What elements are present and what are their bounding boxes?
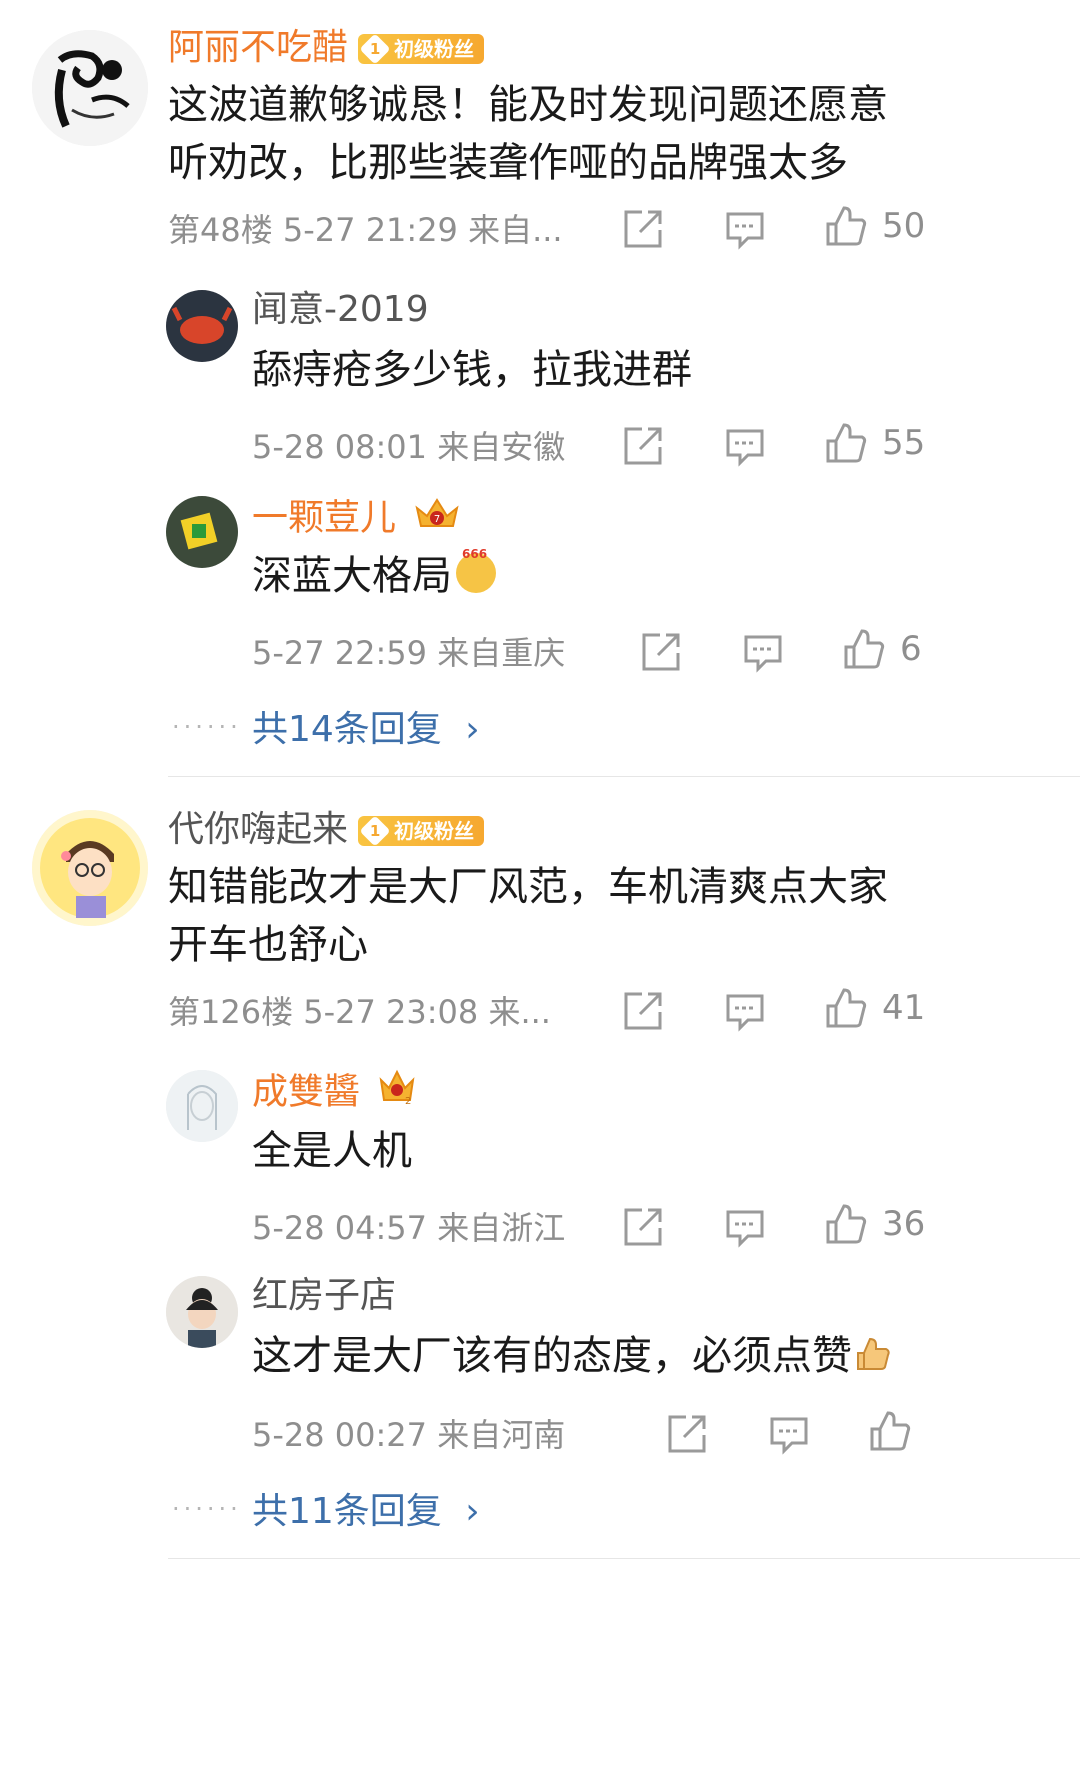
reply-meta: 5-28 08:01 来自安徽 bbox=[252, 428, 566, 466]
comment-icon[interactable] bbox=[742, 631, 784, 677]
like-button[interactable]: 50 bbox=[824, 204, 925, 248]
comment-text-line: 这波道歉够诚恳！能及时发现问题还愿意 bbox=[168, 82, 888, 128]
girl-avatar-icon bbox=[166, 1276, 238, 1348]
avatar[interactable] bbox=[32, 810, 148, 926]
username-text[interactable]: 阿丽不吃醋 bbox=[168, 27, 348, 68]
view-more-label[interactable]: 共14条回复 bbox=[252, 709, 442, 750]
comment-icon[interactable] bbox=[724, 208, 766, 254]
thumbs-up-icon bbox=[844, 629, 885, 669]
comment-icon[interactable] bbox=[768, 1413, 810, 1459]
comment-text-line: 开车也舒心 bbox=[168, 922, 368, 968]
username-text[interactable]: 代你嗨起来 bbox=[168, 809, 348, 850]
reply-meta: 5-28 04:57 来自浙江 bbox=[252, 1209, 566, 1247]
vip-crown-icon: 7 bbox=[413, 494, 461, 545]
emoji-666-icon: 666 bbox=[456, 547, 496, 593]
comment-meta: 第126楼 5-27 23:08 来... bbox=[168, 993, 551, 1031]
comment-text: 知错能改才是大厂风范，车机清爽点大家 开车也舒心 bbox=[168, 858, 1048, 974]
chevron-right-icon: › bbox=[465, 709, 480, 750]
reply-meta: 5-28 00:27 来自河南 bbox=[252, 1416, 566, 1454]
avatar[interactable] bbox=[166, 290, 238, 362]
view-more-replies-link[interactable]: 共14条回复 › bbox=[252, 700, 480, 752]
like-count: 55 bbox=[882, 423, 926, 463]
thumbs-up-emoji-icon bbox=[854, 1331, 892, 1389]
thumbs-up-icon bbox=[826, 1204, 867, 1244]
reply-username[interactable]: 闻意-2019 bbox=[252, 288, 429, 332]
like-count: 41 bbox=[882, 988, 926, 1028]
svg-text:2: 2 bbox=[405, 1096, 411, 1107]
thumbs-up-icon bbox=[826, 423, 867, 463]
share-icon[interactable] bbox=[640, 631, 682, 677]
fan-badge[interactable]: 1 初级粉丝 bbox=[358, 33, 485, 65]
comment-icon[interactable] bbox=[724, 1206, 766, 1252]
like-button[interactable]: 6 bbox=[842, 627, 922, 671]
comment-meta: 第48楼 5-27 21:29 来自... bbox=[168, 211, 563, 249]
like-count: 50 bbox=[882, 206, 926, 246]
thumbs-up-icon bbox=[870, 1411, 911, 1451]
share-icon[interactable] bbox=[622, 990, 664, 1036]
avatar[interactable] bbox=[166, 1070, 238, 1142]
username-text[interactable]: 一颗荳儿 bbox=[252, 498, 396, 539]
view-more-replies-link[interactable]: 共11条回复 › bbox=[252, 1482, 480, 1534]
reply-meta: 5-27 22:59 来自重庆 bbox=[252, 634, 566, 672]
comment-divider bbox=[168, 776, 1080, 777]
vip-crown-icon: 2 bbox=[377, 1068, 417, 1119]
like-button[interactable]: 36 bbox=[824, 1202, 925, 1246]
avatar[interactable] bbox=[32, 30, 148, 146]
cartoon-avatar-icon bbox=[32, 810, 148, 926]
avatar[interactable] bbox=[166, 1276, 238, 1348]
comment-text-line: 知错能改才是大厂风范，车机清爽点大家 bbox=[168, 864, 888, 910]
share-icon[interactable] bbox=[622, 425, 664, 471]
game-avatar-icon bbox=[166, 496, 238, 568]
sketch-avatar-icon bbox=[166, 1070, 238, 1142]
avatar[interactable] bbox=[166, 496, 238, 568]
reply-text-body: 深蓝大格局 bbox=[252, 553, 452, 599]
reply-text: 深蓝大格局 666 bbox=[252, 547, 496, 605]
like-count: 36 bbox=[882, 1204, 926, 1244]
comment-text-line: 听劝改，比那些装聋作哑的品牌强太多 bbox=[168, 140, 848, 186]
reply-text: 全是人机 bbox=[252, 1128, 412, 1174]
comment-icon[interactable] bbox=[724, 425, 766, 471]
diamond-icon: 1 bbox=[359, 33, 391, 65]
badge-label: 初级粉丝 bbox=[394, 37, 475, 61]
reply-text: 这才是大厂该有的态度，必须点赞 bbox=[252, 1327, 892, 1389]
thumbs-up-icon bbox=[826, 206, 867, 246]
reply-username[interactable]: 红房子店 bbox=[252, 1274, 396, 1318]
thumbs-up-icon bbox=[826, 988, 867, 1028]
panda-avatar-icon bbox=[32, 30, 148, 146]
like-button[interactable] bbox=[868, 1409, 926, 1453]
username-text[interactable]: 成雙醬 bbox=[252, 1072, 360, 1113]
comment-username[interactable]: 阿丽不吃醋 1 初级粉丝 bbox=[168, 26, 485, 70]
reply-text-body: 这才是大厂该有的态度，必须点赞 bbox=[252, 1333, 852, 1379]
chevron-right-icon: › bbox=[465, 1491, 480, 1532]
comment-icon[interactable] bbox=[724, 990, 766, 1036]
badge-label: 初级粉丝 bbox=[394, 819, 475, 843]
reply-text: 舔痔疮多少钱，拉我进群 bbox=[252, 347, 692, 393]
reply-username[interactable]: 成雙醬 2 bbox=[252, 1068, 417, 1119]
like-button[interactable]: 55 bbox=[824, 421, 925, 465]
like-button[interactable]: 41 bbox=[824, 986, 925, 1030]
view-more-label[interactable]: 共11条回复 bbox=[252, 1491, 442, 1532]
more-dots: ...... bbox=[172, 706, 242, 734]
share-icon[interactable] bbox=[622, 208, 664, 254]
like-count: 6 bbox=[900, 629, 922, 669]
svg-text:7: 7 bbox=[434, 514, 440, 525]
comment-username[interactable]: 代你嗨起来 1 初级粉丝 bbox=[168, 808, 485, 852]
reply-username[interactable]: 一颗荳儿 7 bbox=[252, 494, 461, 545]
share-icon[interactable] bbox=[666, 1413, 708, 1459]
more-dots: ...... bbox=[172, 1488, 242, 1516]
crab-avatar-icon bbox=[166, 290, 238, 362]
share-icon[interactable] bbox=[622, 1206, 664, 1252]
comment-divider bbox=[168, 1558, 1080, 1559]
comment-text: 这波道歉够诚恳！能及时发现问题还愿意 听劝改，比那些装聋作哑的品牌强太多 bbox=[168, 76, 1048, 192]
fan-badge[interactable]: 1 初级粉丝 bbox=[358, 815, 485, 847]
diamond-icon: 1 bbox=[359, 815, 391, 847]
